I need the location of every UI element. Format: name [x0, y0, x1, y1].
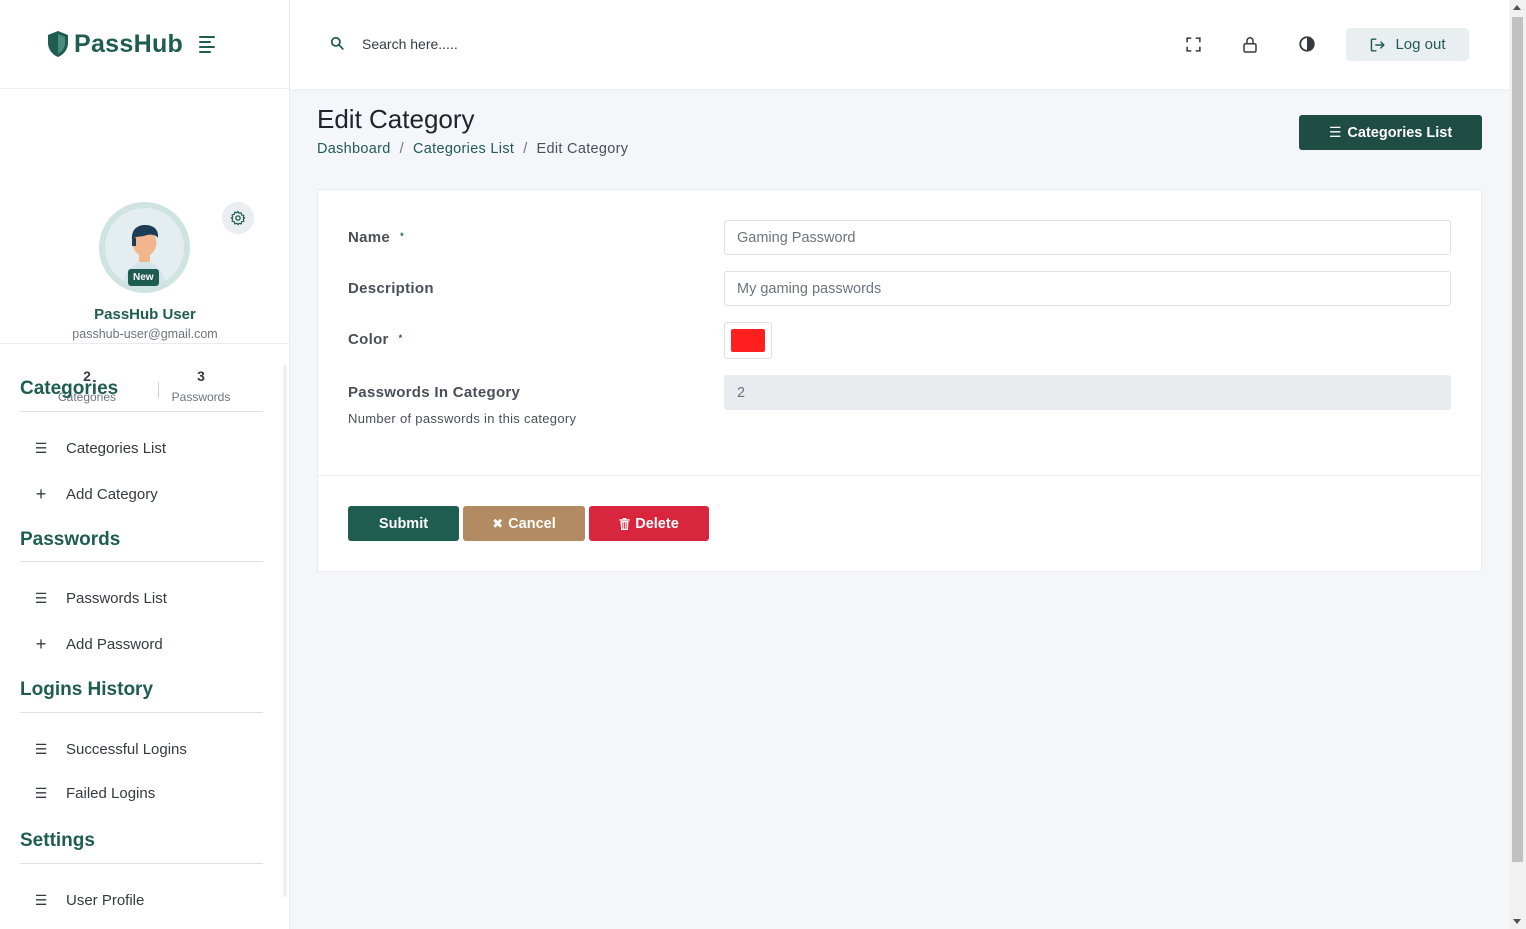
sidebar-item-label: Categories List	[66, 440, 167, 457]
close-icon: ✖	[492, 515, 504, 531]
sidebar-item-label: Add Category	[66, 486, 158, 503]
categories-list-button[interactable]: ☰ Categories List	[1299, 115, 1482, 150]
nav-divider	[20, 411, 263, 412]
edit-category-form: Name * Description Color * Passwords In Ca…	[317, 189, 1482, 572]
page-title: Edit Category	[317, 104, 475, 134]
delete-button[interactable]: Delete	[589, 506, 709, 541]
categories-list-button-label: Categories List	[1347, 124, 1453, 141]
nav-divider	[20, 863, 263, 864]
list-icon: ☰	[34, 892, 48, 908]
sidebar-item-user-profile[interactable]: ☰ User Profile	[34, 892, 145, 909]
passwords-in-category-input	[724, 375, 1451, 410]
passwords-in-category-help: Number of passwords in this category	[348, 411, 577, 426]
sidebar-item-categories-list[interactable]: ☰ Categories List	[34, 440, 166, 457]
description-input[interactable]	[724, 271, 1451, 306]
list-icon: ☰	[34, 590, 48, 606]
logo[interactable]: PassHub	[46, 30, 183, 59]
color-picker[interactable]	[724, 322, 772, 359]
cancel-label: Cancel	[508, 515, 556, 532]
stat-value: 3	[197, 368, 205, 384]
fullscreen-icon[interactable]	[1182, 33, 1204, 55]
logout-button[interactable]: Log out	[1346, 28, 1469, 61]
menu-toggle-icon[interactable]	[199, 35, 216, 53]
scroll-up-arrow-icon[interactable]	[1513, 5, 1521, 10]
sidebar-item-label: Add Password	[66, 636, 163, 653]
cancel-button[interactable]: ✖ Cancel	[463, 506, 585, 541]
gear-icon	[230, 210, 246, 226]
logout-label: Log out	[1395, 36, 1446, 53]
logout-icon	[1371, 37, 1386, 52]
plus-icon: +	[35, 634, 47, 654]
plus-icon: +	[35, 484, 47, 504]
submit-button[interactable]: Submit	[348, 506, 459, 541]
list-icon: ☰	[34, 440, 48, 456]
stat-passwords: 3 Passwords	[156, 368, 246, 404]
lock-icon[interactable]	[1239, 33, 1261, 55]
sidebar-item-label: Failed Logins	[66, 785, 156, 802]
submit-label: Submit	[378, 515, 429, 532]
sidebar-item-label: Passwords List	[66, 590, 167, 607]
name-input[interactable]	[724, 220, 1451, 255]
profile-settings-button[interactable]	[222, 202, 254, 234]
delete-label: Delete	[635, 515, 679, 532]
nav-section-settings: Settings	[20, 830, 95, 851]
sidebar-item-label: User Profile	[66, 892, 145, 909]
card-divider	[318, 475, 1481, 476]
profile-name: PassHub User	[94, 306, 196, 323]
color-label-text: Color	[348, 331, 389, 348]
new-badge: New	[128, 269, 159, 286]
nav-section-logins-history: Logins History	[20, 679, 154, 700]
name-label: Name *	[348, 229, 404, 246]
topbar: Log out	[290, 0, 1509, 89]
required-mark: *	[400, 231, 404, 241]
breadcrumb-separator: /	[399, 141, 404, 157]
profile-email: passhub-user@gmail.com	[72, 327, 218, 341]
breadcrumb-current: Edit Category	[536, 141, 629, 157]
breadcrumb-separator: /	[523, 141, 528, 157]
trash-icon	[619, 517, 630, 530]
sidebar-item-successful-logins[interactable]: ☰ Successful Logins	[34, 741, 187, 758]
scroll-down-arrow-icon[interactable]	[1513, 919, 1521, 924]
search-icon[interactable]	[330, 36, 344, 55]
sidebar-item-failed-logins[interactable]: ☰ Failed Logins	[34, 785, 156, 802]
list-icon: ☰	[34, 785, 48, 801]
description-label: Description	[348, 280, 434, 297]
color-label: Color *	[348, 331, 402, 348]
sidebar-item-add-password[interactable]: + Add Password	[34, 634, 163, 655]
sidebar: PassHub New PassHub User passhub-user@gm…	[0, 0, 290, 929]
brand-name: PassHub	[74, 29, 184, 58]
sidebar-item-label: Successful Logins	[66, 741, 187, 758]
color-swatch	[731, 329, 765, 352]
nav-divider	[20, 712, 263, 713]
passwords-in-category-label: Passwords In Category	[348, 384, 521, 401]
scrollbar-thumb[interactable]	[1512, 17, 1523, 862]
sidebar-scrollbar[interactable]	[283, 365, 287, 897]
breadcrumb-dashboard[interactable]: Dashboard	[317, 141, 391, 157]
search-input[interactable]	[362, 30, 662, 58]
breadcrumb-categories-list[interactable]: Categories List	[413, 141, 514, 157]
nav-section-categories: Categories	[20, 378, 119, 399]
required-mark: *	[398, 333, 403, 343]
list-icon: ☰	[34, 741, 48, 757]
breadcrumb: Dashboard / Categories List / Edit Categ…	[317, 141, 628, 157]
theme-toggle-icon[interactable]	[1296, 33, 1318, 55]
nav-section-passwords: Passwords	[20, 529, 121, 550]
shield-logo-icon	[48, 31, 68, 57]
sidebar-item-passwords-list[interactable]: ☰ Passwords List	[34, 590, 167, 607]
logo-bar: PassHub	[0, 0, 289, 89]
page-scrollbar[interactable]	[1509, 0, 1526, 929]
list-icon: ☰	[1328, 124, 1342, 140]
profile-card: New PassHub User passhub-user@gmail.com …	[0, 89, 289, 404]
nav-divider	[20, 561, 263, 562]
sidebar-item-add-category[interactable]: + Add Category	[34, 484, 158, 505]
stat-label: Passwords	[171, 390, 231, 404]
name-label-text: Name	[348, 229, 391, 246]
